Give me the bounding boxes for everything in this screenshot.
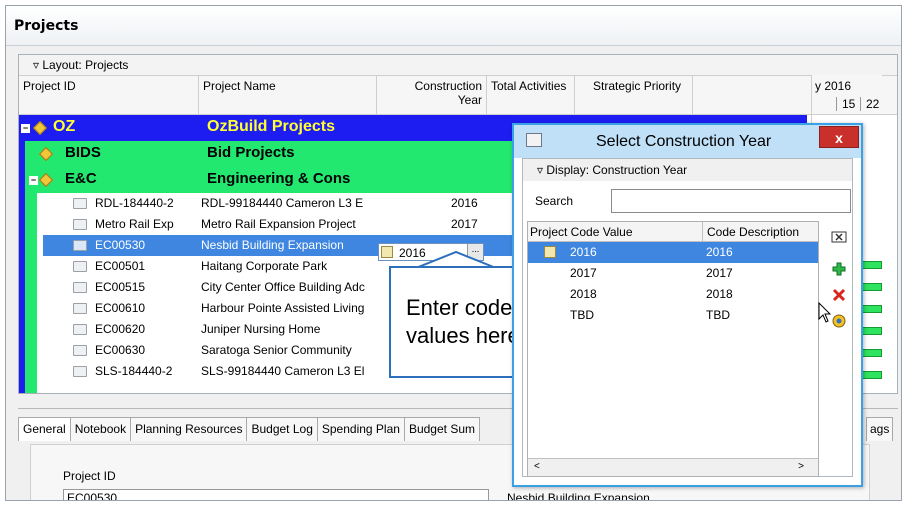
project-year: 2016 — [451, 196, 478, 210]
project-folder-icon — [73, 303, 87, 314]
project-name: Saratoga Senior Community — [201, 343, 352, 357]
group-bids-id: BIDS — [65, 144, 101, 161]
project-name: RDL-99184440 Cameron L3 E — [201, 196, 364, 210]
scroll-left-icon[interactable]: < — [534, 461, 540, 472]
col-strategic-priority[interactable]: Strategic Priority — [575, 76, 693, 116]
layout-bar[interactable]: ▿ Layout: Projects — [19, 55, 897, 75]
chevron-down-icon[interactable]: ▿ — [537, 163, 543, 177]
col-construction-year-line1: Construction — [414, 79, 482, 93]
chevron-down-icon[interactable]: ▿ — [33, 58, 39, 72]
code-description: 2017 — [706, 266, 733, 280]
code-pencil-icon — [381, 246, 393, 258]
project-folder-icon — [73, 366, 87, 377]
code-row[interactable]: 2017 2017 — [528, 263, 818, 284]
project-folder-icon — [73, 240, 87, 251]
dialog-search-input[interactable] — [611, 189, 851, 213]
dialog-title: Select Construction Year — [596, 133, 772, 150]
project-folder-icon — [73, 345, 87, 356]
col-project-name[interactable]: Project Name — [199, 76, 377, 116]
project-folder-icon — [73, 198, 87, 209]
group-ec-id: E&C — [65, 170, 97, 187]
code-values-grid: Project Code Value Code Description 2016… — [527, 221, 819, 477]
code-description: 2016 — [706, 245, 733, 259]
dialog-title-bar[interactable]: Select Construction Year — [514, 125, 861, 158]
col-project-id[interactable]: Project ID — [19, 76, 199, 116]
tab-codes[interactable]: ags — [866, 417, 894, 441]
project-folder-icon — [73, 282, 87, 293]
select-construction-year-dialog: Select Construction Year x ▿ Display: Co… — [512, 123, 863, 487]
window-title-bar: Projects — [6, 6, 901, 46]
project-name: Harbour Pointe Assisted Living — [201, 301, 365, 315]
layout-label: Layout: Projects — [42, 58, 129, 72]
dialog-body: ▿ Display: Construction Year Search Proj… — [522, 158, 853, 477]
callout-line1: Enter codes — [406, 295, 524, 320]
help-icon[interactable] — [829, 313, 849, 331]
project-id-label: Project ID — [63, 469, 116, 483]
project-year: 2017 — [451, 217, 478, 231]
callout-line2: values here — [406, 323, 520, 348]
col-project-code-value[interactable]: Project Code Value — [530, 225, 700, 239]
group-ec-name: Engineering & Cons — [207, 170, 351, 187]
dialog-search-label: Search — [535, 194, 574, 208]
tab-budget-log[interactable]: Budget Log — [246, 417, 318, 441]
project-name: Metro Rail Expansion Project — [201, 217, 356, 231]
project-folder-icon — [73, 324, 87, 335]
dialog-close-button[interactable]: x — [819, 126, 859, 148]
code-value: 2016 — [570, 245, 597, 259]
project-name: SLS-99184440 Cameron L3 El — [201, 364, 365, 378]
add-code-icon[interactable] — [829, 261, 849, 279]
details-tabs: General Notebook Planning Resources Budg… — [18, 417, 480, 441]
horizontal-scrollbar[interactable]: < > — [528, 458, 818, 476]
code-pencil-icon — [544, 246, 556, 258]
project-name: Juniper Nursing Home — [201, 322, 321, 336]
code-value: 2017 — [570, 266, 597, 280]
assign-code-icon[interactable] — [829, 229, 849, 247]
tab-planning-resources[interactable]: Planning Resources — [130, 417, 248, 441]
project-folder-icon — [73, 261, 87, 272]
scroll-right-icon[interactable]: > — [798, 461, 804, 472]
eps-diamond-icon — [32, 120, 48, 136]
gantt-day-22: 22 — [866, 97, 880, 111]
dialog-display-label: Display: Construction Year — [546, 163, 688, 177]
code-row[interactable]: 2018 2018 — [528, 284, 818, 305]
tab-spending-plan[interactable]: Spending Plan — [316, 417, 405, 441]
dialog-code-icon — [526, 133, 542, 147]
eps-diamond-icon — [38, 146, 54, 162]
tab-notebook[interactable]: Notebook — [69, 417, 132, 441]
code-description: TBD — [706, 308, 730, 322]
project-name: City Center Office Building Adc — [201, 280, 365, 294]
delete-code-icon[interactable] — [829, 287, 849, 305]
code-row[interactable]: TBD TBD — [528, 305, 818, 326]
collapse-icon[interactable]: − — [29, 176, 38, 185]
gantt-day-15: 15 — [836, 97, 862, 111]
project-name-field[interactable]: Nesbid Building Expansion — [507, 491, 650, 500]
window-title: Projects — [14, 18, 79, 34]
grid-header: Project ID Project Name Construction Yea… — [19, 75, 897, 116]
project-name: Nesbid Building Expansion — [201, 238, 344, 252]
project-id-field[interactable]: EC00530 — [63, 489, 489, 500]
collapse-icon[interactable]: − — [21, 124, 30, 133]
eps-diamond-icon — [38, 172, 54, 188]
code-value: 2018 — [570, 287, 597, 301]
project-name: Haitang Corporate Park — [201, 259, 328, 273]
group-oz-id: OZ — [53, 118, 76, 135]
tab-general[interactable]: General — [18, 417, 71, 441]
col-code-description[interactable]: Code Description — [702, 222, 818, 242]
col-total-activities[interactable]: Total Activities — [487, 76, 575, 116]
callout-text: Enter codes values here — [406, 294, 523, 350]
code-grid-header: Project Code Value Code Description — [528, 222, 818, 242]
group-bids-name: Bid Projects — [207, 144, 295, 161]
code-description: 2018 — [706, 287, 733, 301]
mouse-pointer-icon — [818, 302, 832, 323]
code-value: TBD — [570, 308, 594, 322]
dialog-display-bar[interactable]: ▿ Display: Construction Year — [523, 159, 852, 181]
col-construction-year-line2: Year — [457, 93, 482, 107]
col-construction-year[interactable]: Construction Year — [377, 76, 487, 116]
group-oz-name: OzBuild Projects — [207, 118, 336, 135]
code-row-selected[interactable]: 2016 2016 — [528, 242, 818, 263]
gantt-header: y 2016 15 22 — [812, 75, 882, 115]
project-folder-icon — [73, 219, 87, 230]
tab-budget-summary[interactable]: Budget Sum — [403, 417, 480, 441]
gantt-month: y 2016 — [815, 79, 852, 93]
